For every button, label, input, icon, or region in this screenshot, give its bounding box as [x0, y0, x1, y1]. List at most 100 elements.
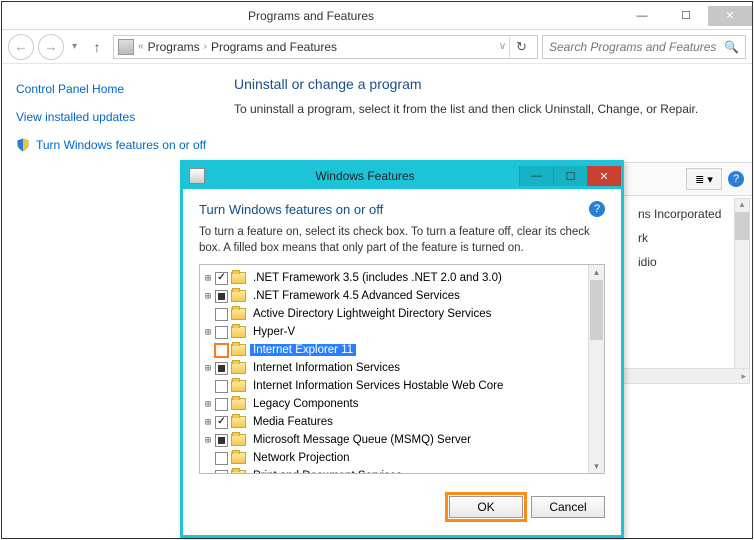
expand-toggle[interactable]: ⊞	[202, 435, 214, 446]
feature-checkbox[interactable]	[215, 398, 228, 411]
nav-bar: ← → ▾ ↑ « Programs › Programs and Featur…	[2, 30, 752, 64]
feature-row[interactable]: ⊞ Legacy Components	[202, 395, 586, 413]
feature-label: Legacy Components	[250, 398, 361, 410]
scroll-up-icon[interactable]: ▴	[589, 265, 604, 279]
breadcrumb-dropdown-icon[interactable]: v	[500, 41, 505, 52]
list-item: idio	[638, 250, 721, 274]
feature-row[interactable]: ⊞ Internet Information Services	[202, 359, 586, 377]
refresh-button[interactable]: ↻	[509, 36, 533, 58]
dialog-close-button[interactable]: ✕	[587, 166, 621, 186]
scroll-down-icon[interactable]: ▾	[589, 459, 604, 473]
expand-toggle[interactable]: ⊞	[202, 291, 214, 302]
expand-toggle[interactable]: ⊞	[202, 273, 214, 284]
feature-checkbox[interactable]	[215, 308, 228, 321]
dialog-title: Windows Features	[211, 169, 519, 183]
cancel-button[interactable]: Cancel	[531, 496, 605, 518]
content-heading: Uninstall or change a program	[234, 76, 736, 92]
feature-row[interactable]: ⊞ Print and Document Services	[202, 467, 586, 473]
scroll-thumb[interactable]	[735, 212, 749, 240]
history-dropdown-icon[interactable]: ▾	[68, 41, 81, 52]
ok-button[interactable]: OK	[449, 496, 523, 518]
vertical-scrollbar[interactable]: ▴	[734, 198, 750, 370]
folder-icon	[231, 272, 246, 284]
feature-checkbox[interactable]	[215, 452, 228, 465]
feature-label: Microsoft Message Queue (MSMQ) Server	[250, 434, 474, 446]
features-tree-body[interactable]: ⊞.NET Framework 3.5 (includes .NET 2.0 a…	[200, 265, 588, 473]
feature-label: Network Projection	[250, 452, 353, 464]
minimize-button[interactable]: —	[620, 6, 664, 26]
folder-icon	[231, 380, 246, 392]
maximize-button[interactable]: ☐	[664, 6, 708, 26]
dialog-window-controls: — ☐ ✕	[519, 166, 621, 186]
feature-checkbox[interactable]	[215, 290, 228, 303]
feature-row[interactable]: ⊞Internet Explorer 11	[202, 341, 586, 359]
list-item: ns Incorporated	[638, 202, 721, 226]
feature-checkbox[interactable]	[215, 326, 228, 339]
dialog-heading-row: Turn Windows features on or off ?	[199, 201, 605, 217]
forward-button[interactable]: →	[38, 34, 64, 60]
feature-row[interactable]: ⊞Hyper-V	[202, 323, 586, 341]
search-icon[interactable]: 🔍	[724, 40, 739, 54]
scroll-thumb[interactable]	[590, 280, 603, 340]
feature-row[interactable]: ⊞Active Directory Lightweight Directory …	[202, 305, 586, 323]
up-button[interactable]: ↑	[85, 35, 109, 59]
dialog-button-row: OK Cancel	[183, 484, 621, 530]
feature-label: Media Features	[250, 416, 336, 428]
help-icon[interactable]: ?	[728, 171, 744, 187]
breadcrumb-level1[interactable]: Programs	[148, 40, 200, 54]
feature-label: Internet Information Services	[250, 362, 403, 374]
feature-row[interactable]: ⊞Internet Information Services Hostable …	[202, 377, 586, 395]
breadcrumb[interactable]: « Programs › Programs and Features v ↻	[113, 35, 538, 59]
feature-label: Active Directory Lightweight Directory S…	[250, 308, 494, 320]
turn-windows-features-link[interactable]: Turn Windows features on or off	[36, 138, 206, 152]
expand-toggle[interactable]: ⊞	[202, 363, 214, 374]
folder-icon	[231, 308, 246, 320]
view-options-button[interactable]: ≣ ▾	[686, 168, 722, 190]
dialog-icon	[189, 168, 205, 184]
back-button[interactable]: ←	[8, 34, 34, 60]
chevron-left-icon: «	[138, 41, 144, 52]
scroll-right-icon[interactable]: ▸	[738, 371, 749, 382]
folder-icon	[231, 398, 246, 410]
dialog-maximize-button[interactable]: ☐	[553, 166, 587, 186]
features-tree: ⊞.NET Framework 3.5 (includes .NET 2.0 a…	[199, 264, 605, 474]
folder-icon	[231, 416, 246, 428]
scroll-up-icon[interactable]: ▴	[735, 199, 749, 210]
feature-row[interactable]: ⊞.NET Framework 3.5 (includes .NET 2.0 a…	[202, 269, 586, 287]
list-item: rk	[638, 226, 721, 250]
feature-row[interactable]: ⊞Network Projection	[202, 449, 586, 467]
help-icon[interactable]: ?	[589, 201, 605, 217]
folder-icon	[231, 470, 246, 473]
folder-icon	[231, 434, 246, 446]
expand-toggle[interactable]: ⊞	[202, 471, 214, 474]
breadcrumb-level2[interactable]: Programs and Features	[211, 40, 337, 54]
expand-toggle[interactable]: ⊞	[202, 417, 214, 428]
search-input[interactable]	[549, 40, 724, 54]
search-box[interactable]: 🔍	[542, 35, 746, 59]
control-panel-home-link[interactable]: Control Panel Home	[16, 82, 220, 96]
feature-checkbox[interactable]	[215, 434, 228, 447]
feature-row[interactable]: ⊞ Media Features	[202, 413, 586, 431]
dialog-titlebar[interactable]: Windows Features — ☐ ✕	[183, 163, 621, 189]
feature-label: Print and Document Services	[250, 470, 405, 473]
dialog-minimize-button[interactable]: —	[519, 166, 553, 186]
feature-checkbox[interactable]	[215, 470, 228, 474]
folder-icon	[231, 362, 246, 374]
feature-checkbox[interactable]	[215, 362, 228, 375]
close-button[interactable]: ✕	[708, 6, 752, 26]
feature-checkbox[interactable]	[215, 416, 228, 429]
outer-window-title: Programs and Features	[2, 9, 620, 23]
feature-checkbox[interactable]	[215, 344, 228, 357]
view-installed-updates-link[interactable]: View installed updates	[16, 110, 220, 124]
feature-row[interactable]: ⊞ Microsoft Message Queue (MSMQ) Server	[202, 431, 586, 449]
feature-label: Internet Explorer 11	[250, 344, 356, 356]
windows-features-dialog: Windows Features — ☐ ✕ Turn Windows feat…	[180, 160, 624, 538]
chevron-right-icon: ›	[204, 41, 207, 52]
outer-window-controls: — ☐ ✕	[620, 6, 752, 26]
feature-checkbox[interactable]	[215, 272, 228, 285]
tree-scrollbar[interactable]: ▴ ▾	[588, 265, 604, 473]
expand-toggle[interactable]: ⊞	[202, 327, 214, 338]
feature-row[interactable]: ⊞.NET Framework 4.5 Advanced Services	[202, 287, 586, 305]
feature-checkbox[interactable]	[215, 380, 228, 393]
expand-toggle[interactable]: ⊞	[202, 399, 214, 410]
